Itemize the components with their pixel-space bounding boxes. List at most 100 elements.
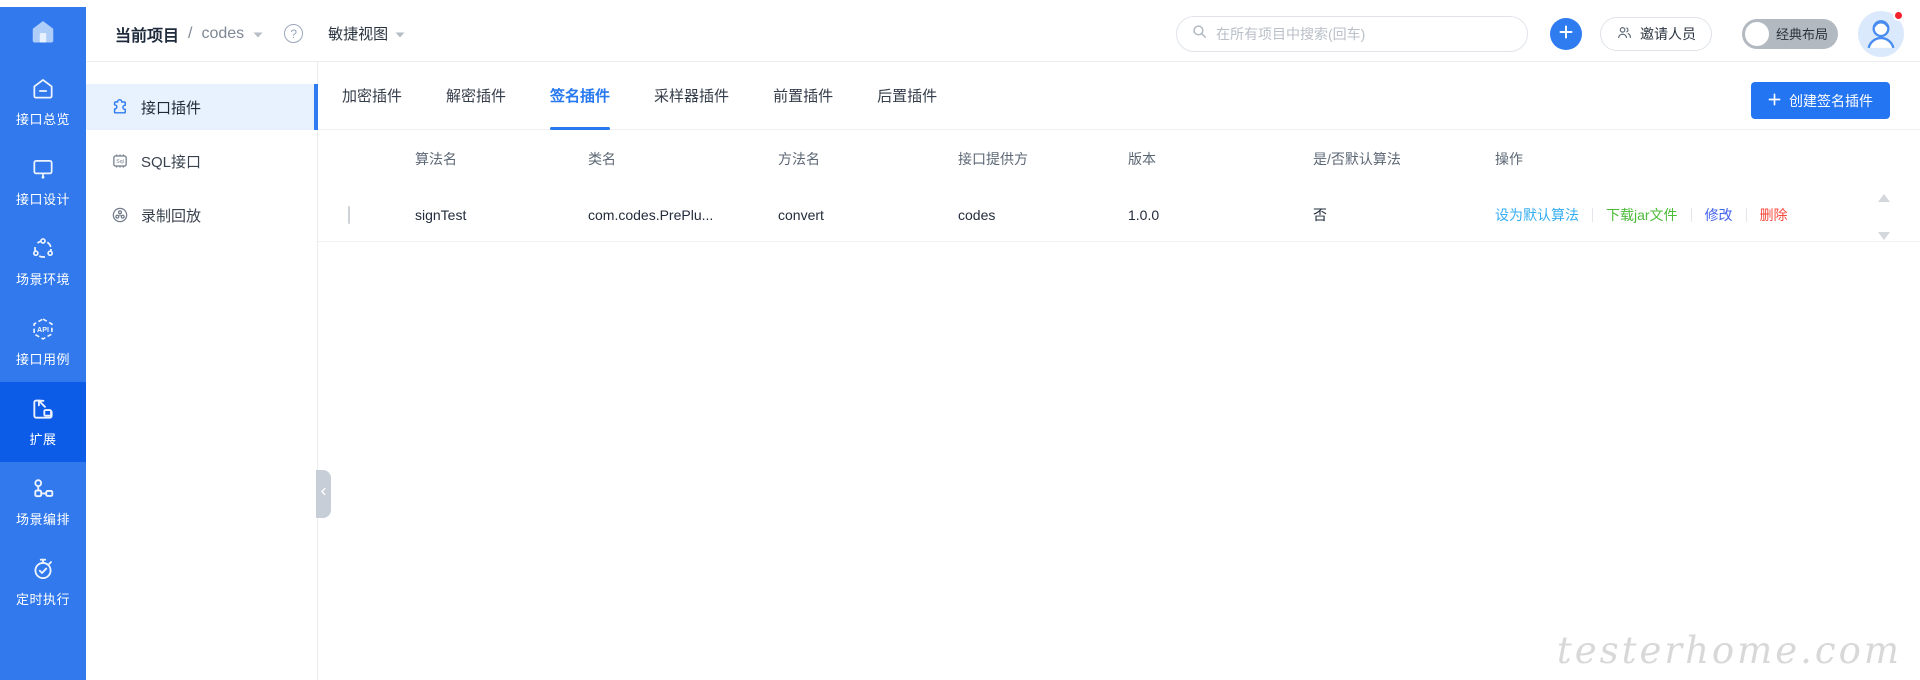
column-header: 算法名 [415,151,457,167]
tab-post-plugin[interactable]: 后置插件 [877,62,937,129]
tab-label: 采样器插件 [654,88,730,105]
timer-icon [30,556,56,582]
create-button-label: 创建签名插件 [1789,92,1873,109]
search-input[interactable] [1216,25,1513,42]
action-divider [1745,207,1747,222]
global-search [1176,15,1528,52]
primary-sidebar: 接口总览 接口设计 场景环境 API 接口用例 扩展 场景编排 定时执行 [0,0,86,680]
api-overview-icon [30,76,56,102]
sidebar-collapse-handle[interactable] [316,470,331,518]
download-jar-link[interactable]: 下载jar文件 [1606,205,1678,225]
sidebar-item-api-design[interactable]: 接口设计 [0,142,86,222]
api-design-icon [30,156,56,182]
subsidebar-item-record-playback[interactable]: 录制回放 [86,192,317,238]
set-default-algorithm-link[interactable]: 设为默认算法 [1495,205,1579,225]
subsidebar-item-label: 录制回放 [141,207,202,225]
view-switcher-label: 敏捷视图 [328,26,389,43]
tab-decrypt-plugin[interactable]: 解密插件 [446,62,506,129]
home-button[interactable] [0,7,86,62]
sidebar-item-scene-env[interactable]: 场景环境 [0,222,86,302]
toggle-label: 经典布局 [1776,27,1829,42]
delete-link[interactable]: 删除 [1760,205,1788,225]
scene-orchestration-icon [30,476,56,502]
user-avatar[interactable] [1858,9,1904,57]
record-playback-icon [110,205,130,225]
cell-provider: codes [958,206,996,223]
subsidebar-item-sql-api[interactable]: Sql SQL接口 [86,138,317,184]
cell-class-name: com.codes.PrePlu... [588,206,714,223]
notification-dot [1893,9,1904,21]
invite-members-button[interactable]: 邀请人员 [1600,16,1712,51]
column-header: 类名 [588,151,616,167]
svg-text:Sql: Sql [116,159,123,165]
view-switcher[interactable]: 敏捷视图 [328,23,405,44]
sidebar-item-scheduled-run[interactable]: 定时执行 [0,542,86,622]
sidebar-item-label: 场景编排 [15,512,70,527]
sidebar-item-api-case[interactable]: API 接口用例 [0,302,86,382]
top-strip [0,0,1920,7]
scroll-up-icon[interactable] [1878,194,1890,202]
tab-pre-plugin[interactable]: 前置插件 [773,62,833,129]
column-header: 操作 [1495,151,1523,167]
subsidebar-item-label: 接口插件 [141,99,202,117]
edit-link[interactable]: 修改 [1705,205,1733,225]
toggle-knob[interactable] [1745,21,1769,46]
plus-icon [1768,93,1781,109]
tab-sign-plugin[interactable]: 签名插件 [550,62,611,130]
tab-label: 前置插件 [773,88,834,105]
sidebar-item-label: 接口用例 [15,352,70,367]
tab-encrypt-plugin[interactable]: 加密插件 [342,62,402,129]
breadcrumb-separator: / [188,24,193,42]
column-header: 是/否默认算法 [1313,151,1401,167]
tab-label: 解密插件 [446,88,507,105]
tab-label: 后置插件 [877,88,938,105]
sidebar-item-label: 扩展 [29,432,57,447]
row-checkbox[interactable] [348,205,350,224]
active-indicator [314,84,318,130]
column-header: 版本 [1128,151,1156,167]
sidebar-item-extension[interactable]: 扩展 [0,382,86,462]
sidebar-item-label: 接口设计 [15,192,70,207]
cell-version: 1.0.0 [1128,206,1160,223]
sidebar-item-label: 定时执行 [15,592,70,607]
create-sign-plugin-button[interactable]: 创建签名插件 [1751,82,1890,119]
breadcrumb-project-name[interactable]: codes [201,25,244,43]
people-icon [1616,24,1633,44]
classic-layout-toggle[interactable]: 经典布局 [1742,18,1838,49]
search-icon [1191,23,1208,45]
breadcrumb-current-project: 当前项目 [115,27,180,45]
scene-env-icon [30,236,56,262]
table-row: signTest com.codes.PrePlu... convert cod… [318,188,1920,242]
app-root: 接口总览 接口设计 场景环境 API 接口用例 扩展 场景编排 定时执行 当前项… [0,0,1920,680]
sidebar-item-scene-orchestration[interactable]: 场景编排 [0,462,86,542]
tab-label: 签名插件 [550,88,611,105]
cell-algorithm-name: signTest [415,206,467,223]
svg-text:API: API [37,326,49,334]
action-divider [1690,207,1692,222]
expand-icon [30,396,56,422]
table-header: 算法名 类名 方法名 接口提供方 版本 是/否默认算法 操作 [318,130,1920,188]
tab-label: 加密插件 [342,88,403,105]
breadcrumb: 当前项目 / codes ? 敏捷视图 [115,22,405,46]
scroll-down-icon[interactable] [1878,232,1890,240]
sql-chip-icon: Sql [110,151,130,171]
cell-method-name: convert [778,206,824,223]
top-header: 当前项目 / codes ? 敏捷视图 在所有项目中搜索(回车) 邀请人员 经典… [86,0,1920,62]
tab-sampler-plugin[interactable]: 采样器插件 [654,62,729,129]
sidebar-item-label: 接口总览 [15,112,70,127]
home-icon [28,17,58,52]
view-caret-icon [395,32,405,38]
secondary-sidebar: 接口插件 Sql SQL接口 录制回放 [86,62,318,680]
help-icon[interactable]: ? [284,24,304,43]
column-header: 方法名 [778,151,820,167]
subsidebar-item-api-plugins[interactable]: 接口插件 [86,84,318,130]
api-case-icon: API [30,316,56,342]
project-caret-icon[interactable] [253,32,263,38]
add-button[interactable] [1550,17,1582,50]
column-header: 接口提供方 [958,151,1028,167]
plugin-puzzle-icon [110,97,130,117]
sidebar-item-api-overview[interactable]: 接口总览 [0,62,86,142]
sidebar-item-label: 场景环境 [15,272,70,287]
row-actions: 设为默认算法 下载jar文件 修改 删除 [1495,205,1920,225]
subsidebar-item-label: SQL接口 [141,153,202,171]
